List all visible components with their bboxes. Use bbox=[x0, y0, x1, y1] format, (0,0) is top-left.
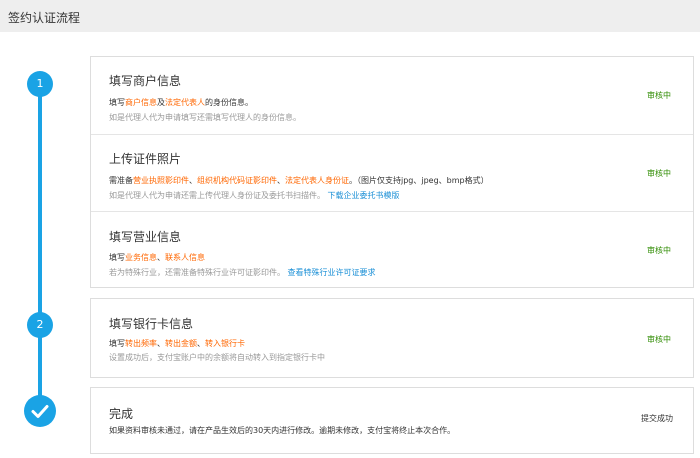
download-template-link[interactable]: 下载企业委托书模版 bbox=[328, 191, 400, 200]
status-badge: 审核中 bbox=[647, 91, 671, 100]
bank-card-desc: 填写转出频率、转出金额、转入银行卡 bbox=[109, 338, 245, 349]
check-icon bbox=[24, 395, 56, 427]
highlight-contact-info: 联系人信息 bbox=[165, 253, 205, 262]
status-badge: 提交成功 bbox=[641, 414, 673, 423]
step-1-card: 填写商户信息 填写商户信息及法定代表人的身份信息。 如是代理人代为申请填写还需填… bbox=[90, 56, 694, 288]
merchant-info-title: 填写商户信息 bbox=[109, 74, 182, 88]
business-note: 若为特殊行业，还需准备特殊行业许可证影印件。 查看特殊行业许可证要求 bbox=[109, 267, 376, 278]
certificate-note: 如是代理人代为申请还需上传代理人身份证及委托书扫描件。 下载企业委托书模版 bbox=[109, 190, 400, 201]
step-2-badge: 2 bbox=[27, 312, 53, 338]
certificate-section: 上传证件照片 需准备营业执照影印件、组织机构代码证影印件、法定代表人身份证。（图… bbox=[91, 134, 693, 211]
completion-desc: 如果资料审核未通过，请在产品生效后的30天内进行修改。逾期未修改，支付宝将终止本… bbox=[109, 426, 456, 435]
status-badge: 审核中 bbox=[647, 169, 671, 178]
text: 若为特殊行业，还需准备特殊行业许可证影印件。 bbox=[109, 268, 285, 277]
business-title: 填写营业信息 bbox=[109, 230, 182, 244]
text: 填写 bbox=[109, 98, 125, 107]
completion-title: 完成 bbox=[109, 407, 134, 421]
text: 填写 bbox=[109, 253, 125, 262]
bank-card-title: 填写银行卡信息 bbox=[109, 317, 194, 331]
business-desc: 填写业务信息、联系人信息 bbox=[109, 252, 205, 263]
text: 需准备 bbox=[109, 176, 133, 185]
highlight-id-card: 法定代表人身份证 bbox=[285, 176, 349, 185]
bank-card-note: 设置成功后，支付宝账户中的余额将自动转入到指定银行卡中 bbox=[109, 353, 325, 362]
text: 、 bbox=[157, 339, 165, 348]
text: 、 bbox=[277, 176, 285, 185]
highlight-amount: 转出金额 bbox=[165, 339, 197, 348]
text: 。（图片仅支持jpg、jpeg、bmp格式） bbox=[349, 176, 489, 185]
highlight-license: 营业执照影印件 bbox=[133, 176, 189, 185]
highlight-bank-card: 转入银行卡 bbox=[205, 339, 245, 348]
status-badge: 审核中 bbox=[647, 335, 671, 344]
merchant-info-desc: 填写商户信息及法定代表人的身份信息。 bbox=[109, 97, 253, 108]
highlight-frequency: 转出频率 bbox=[125, 339, 157, 348]
highlight-merchant-info: 商户信息 bbox=[125, 98, 157, 107]
text: 、 bbox=[197, 339, 205, 348]
check-icon-svg bbox=[31, 405, 49, 418]
text: 如是代理人代为申请还需上传代理人身份证及委托书扫描件。 bbox=[109, 191, 325, 200]
certificate-title: 上传证件照片 bbox=[109, 152, 182, 166]
merchant-info-section: 填写商户信息 填写商户信息及法定代表人的身份信息。 如是代理人代为申请填写还需填… bbox=[91, 57, 693, 134]
special-industry-link[interactable]: 查看特殊行业许可证要求 bbox=[288, 268, 376, 277]
status-badge: 审核中 bbox=[647, 246, 671, 255]
text: 的身份信息。 bbox=[205, 98, 253, 107]
step-1-badge: 1 bbox=[27, 71, 53, 97]
text: 、 bbox=[189, 176, 197, 185]
text: 及 bbox=[157, 98, 165, 107]
certificate-desc: 需准备营业执照影印件、组织机构代码证影印件、法定代表人身份证。（图片仅支持jpg… bbox=[109, 175, 489, 186]
text: 填写 bbox=[109, 339, 125, 348]
highlight-business-info: 业务信息 bbox=[125, 253, 157, 262]
highlight-legal-rep: 法定代表人 bbox=[165, 98, 205, 107]
highlight-org-code: 组织机构代码证影印件 bbox=[197, 176, 277, 185]
page-header: 签约认证流程 bbox=[0, 0, 700, 32]
step-2-card: 填写银行卡信息 填写转出频率、转出金额、转入银行卡 设置成功后，支付宝账户中的余… bbox=[90, 298, 694, 378]
text: 、 bbox=[157, 253, 165, 262]
business-section: 填写营业信息 填写业务信息、联系人信息 若为特殊行业，还需准备特殊行业许可证影印… bbox=[91, 211, 693, 287]
merchant-info-note: 如是代理人代为申请填写还需填写代理人的身份信息。 bbox=[109, 113, 301, 122]
completion-card: 完成 如果资料审核未通过，请在产品生效后的30天内进行修改。逾期未修改，支付宝将… bbox=[90, 387, 694, 454]
page-title: 签约认证流程 bbox=[8, 11, 81, 25]
timeline-line bbox=[38, 84, 42, 408]
